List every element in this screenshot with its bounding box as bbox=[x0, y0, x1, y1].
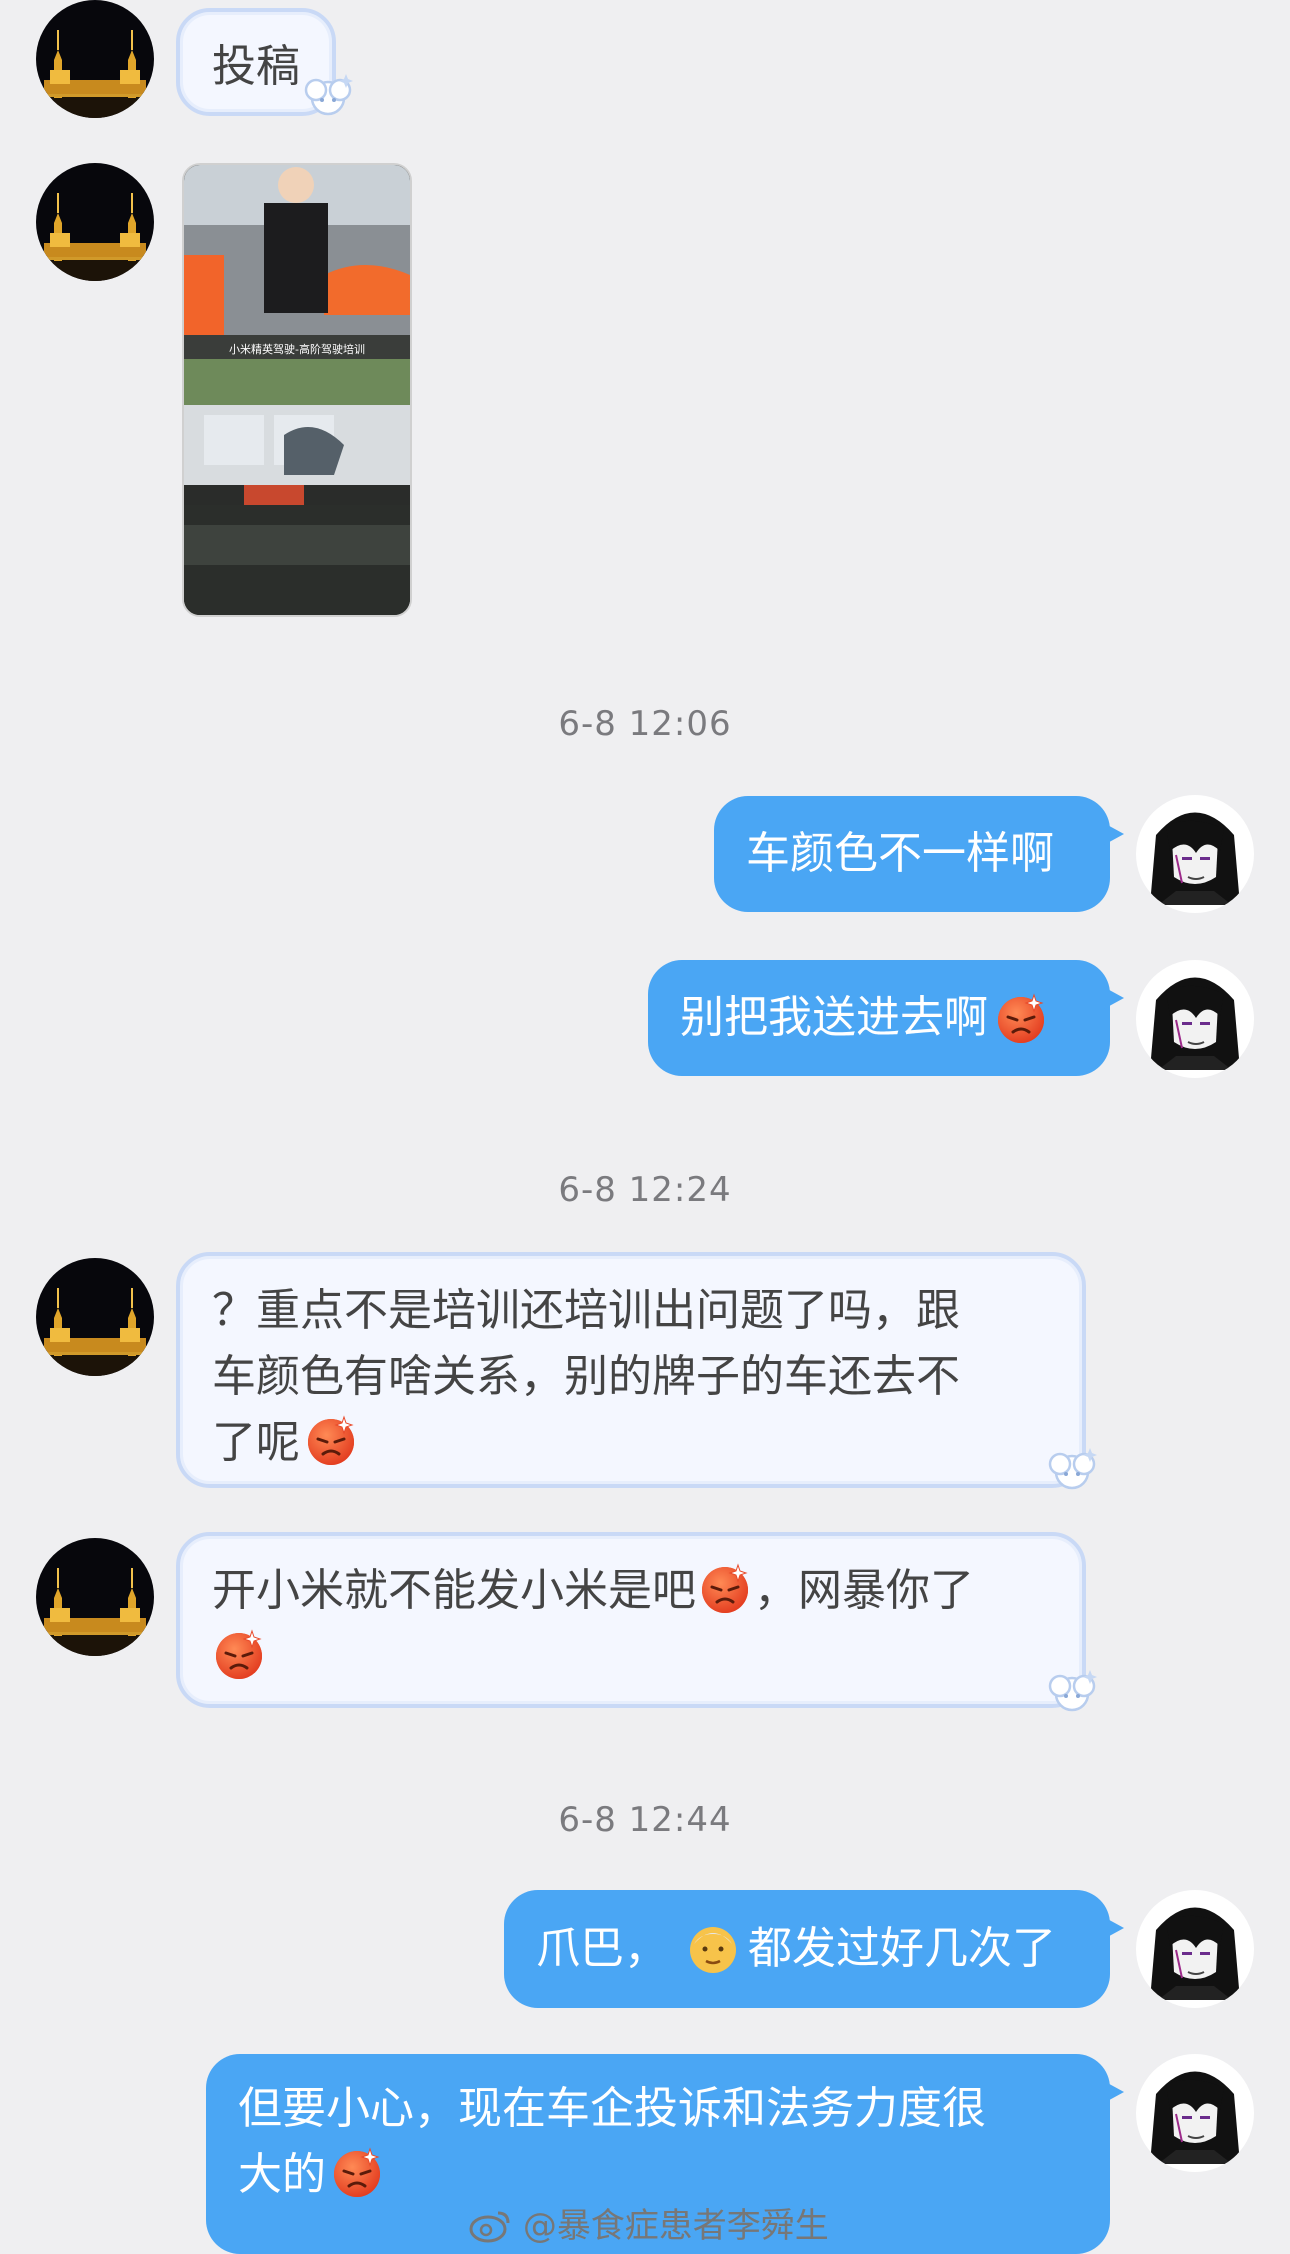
old-man-face-icon bbox=[686, 1922, 740, 1976]
message-text: 车颜色不一样啊 bbox=[746, 828, 1054, 879]
message-bubble-sent[interactable]: 爪巴， 都发过好几次了 bbox=[504, 1890, 1124, 2008]
message-text: ，网暴你了 bbox=[754, 1565, 974, 1616]
message-bubble-received[interactable]: 开小米就不能发小米是吧 ，网暴你了 bbox=[176, 1532, 1086, 1708]
self-avatar[interactable] bbox=[1136, 2054, 1254, 2172]
message-text: 投稿 bbox=[212, 41, 300, 92]
timestamp: 6-8 12:44 bbox=[558, 1800, 732, 1840]
message-text-line: 大的 bbox=[238, 2149, 326, 2200]
self-avatar[interactable] bbox=[1136, 1890, 1254, 2008]
message-text: 开小米就不能发小米是吧 bbox=[212, 1565, 696, 1616]
timestamp: 6-8 12:06 bbox=[558, 704, 732, 744]
contact-avatar[interactable] bbox=[36, 1258, 154, 1376]
video-caption: 小米精英驾驶-高阶驾驶培训 bbox=[229, 343, 365, 356]
angry-face-icon bbox=[994, 991, 1048, 1045]
message-bubble-sent[interactable]: 别把我送进去啊 bbox=[648, 960, 1124, 1076]
message-text-line: 了呢 bbox=[212, 1417, 300, 1468]
message-text: 都发过好几次了 bbox=[748, 1923, 1056, 1974]
message-text: 别把我送进去啊 bbox=[680, 992, 988, 1043]
weibo-watermark: @暴食症患者李舜生 bbox=[468, 2198, 829, 2247]
self-avatar[interactable] bbox=[1136, 960, 1254, 1078]
angry-face-icon bbox=[698, 1561, 752, 1615]
message-text-line: 车颜色有啥关系，别的牌子的车还去不 bbox=[212, 1351, 960, 1402]
video-preview-image bbox=[184, 165, 410, 615]
contact-avatar[interactable] bbox=[36, 0, 154, 118]
message-text-line: 但要小心，现在车企投诉和法务力度很 bbox=[238, 2083, 986, 2134]
message-text: 爪巴， bbox=[536, 1923, 668, 1974]
video-thumbnail[interactable]: 小米精英驾驶-高阶驾驶培训 bbox=[182, 163, 412, 617]
timestamp: 6-8 12:24 bbox=[558, 1170, 732, 1210]
cloud-decoration-icon bbox=[1042, 1440, 1102, 1500]
message-bubble-received[interactable]: 投稿 bbox=[176, 8, 336, 116]
message-bubble-sent[interactable]: 车颜色不一样啊 bbox=[714, 796, 1124, 912]
self-avatar[interactable] bbox=[1136, 795, 1254, 913]
angry-face-icon bbox=[304, 1413, 358, 1467]
message-text-line: ？重点不是培训还培训出问题了吗，跟 bbox=[212, 1285, 960, 1336]
watermark-text: @暴食症患者李舜生 bbox=[522, 2206, 829, 2246]
contact-avatar[interactable] bbox=[36, 1538, 154, 1656]
cloud-decoration-icon bbox=[1042, 1662, 1102, 1722]
contact-avatar[interactable] bbox=[36, 163, 154, 281]
angry-face-icon bbox=[330, 2145, 384, 2199]
cloud-decoration-icon bbox=[298, 66, 358, 126]
weibo-icon bbox=[469, 2211, 510, 2243]
angry-face-icon bbox=[212, 1627, 266, 1681]
message-bubble-received[interactable]: ？重点不是培训还培训出问题了吗，跟 车颜色有啥关系，别的牌子的车还去不 了呢 bbox=[176, 1252, 1086, 1488]
